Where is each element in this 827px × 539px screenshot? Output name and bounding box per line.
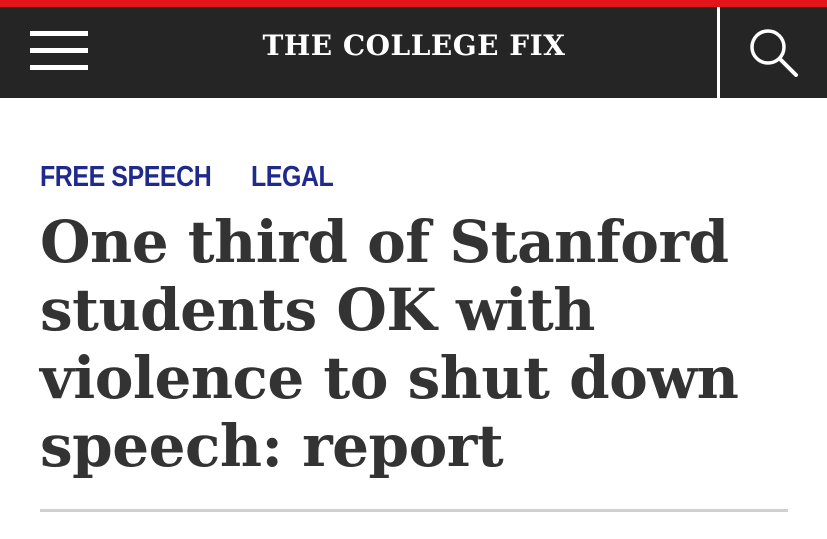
search-button[interactable]: [720, 7, 827, 98]
category-link-legal[interactable]: LEGAL: [251, 159, 334, 195]
site-header: THE COLLEGE FIX: [0, 7, 827, 98]
headline-divider: [40, 509, 788, 512]
category-link-free-speech[interactable]: FREE SPEECH: [40, 159, 212, 195]
category-links: FREE SPEECH LEGAL: [40, 159, 385, 195]
menu-button[interactable]: [28, 26, 90, 78]
article-headline: One third of Stanford students OK with v…: [40, 208, 739, 480]
site-logo-title[interactable]: THE COLLEGE FIX: [180, 29, 648, 63]
top-accent-bar: [0, 0, 827, 7]
search-icon: [750, 29, 798, 77]
page: THE COLLEGE FIX FREE SPEECH LEGAL One thi…: [0, 0, 827, 539]
